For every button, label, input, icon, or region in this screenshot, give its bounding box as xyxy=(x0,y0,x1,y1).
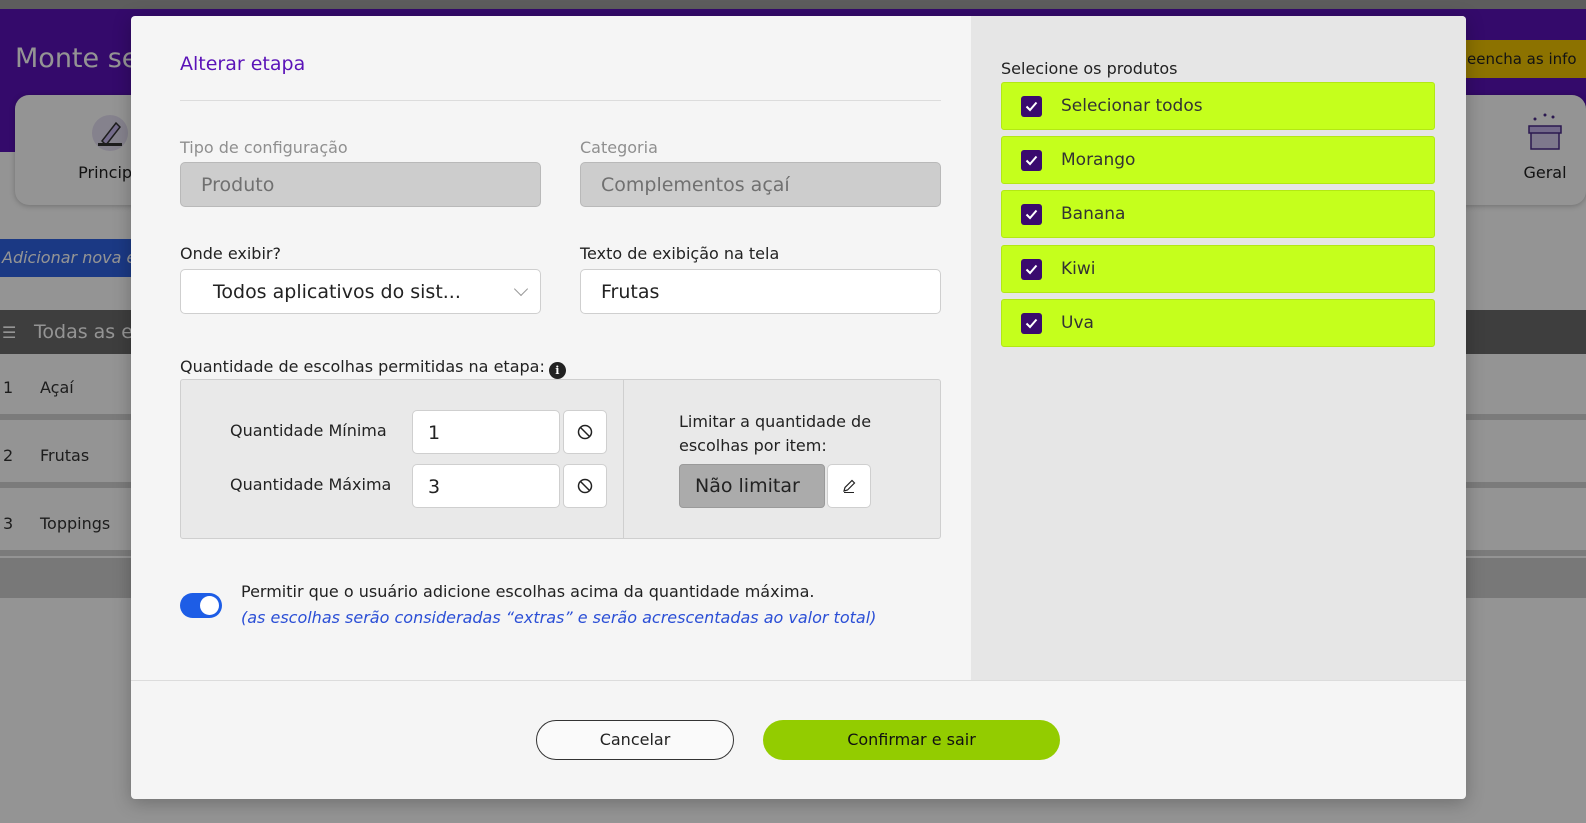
info-icon[interactable]: i xyxy=(548,362,566,379)
product-label: Morango xyxy=(1061,150,1136,170)
confirm-button[interactable]: Confirmar e sair xyxy=(763,720,1060,760)
limit-per-item-label-line2: escolhas por item: xyxy=(679,436,827,455)
title-divider xyxy=(180,100,941,101)
checkbox-checked-icon[interactable] xyxy=(1021,150,1042,171)
edit-step-modal: Alterar etapa Tipo de configuração Produ… xyxy=(131,16,1466,799)
clear-min-button[interactable] xyxy=(563,410,607,454)
max-quantity-label: Quantidade Máxima xyxy=(230,475,392,494)
limit-per-item-label-line1: Limitar a quantidade de xyxy=(679,412,872,431)
product-item[interactable]: Kiwi xyxy=(1001,245,1435,293)
product-label: Kiwi xyxy=(1061,259,1096,279)
display-text-input[interactable]: Frutas xyxy=(580,269,941,314)
allow-extra-note: (as escolhas serão consideradas “extras”… xyxy=(241,608,877,627)
category-field: Complementos açaí xyxy=(580,162,941,207)
product-item[interactable]: Morango xyxy=(1001,136,1435,184)
clear-max-button[interactable] xyxy=(563,464,607,508)
block-icon xyxy=(577,478,593,494)
limit-per-item-value: Não limitar xyxy=(679,464,825,508)
display-where-value: Todos aplicativos do sist... xyxy=(213,281,461,303)
toggle-knob xyxy=(200,596,219,615)
quantity-section-label: Quantidade de escolhas permitidas na eta… xyxy=(180,357,566,379)
chevron-down-icon xyxy=(513,281,529,297)
pencil-icon xyxy=(843,479,856,493)
quantity-section-text: Quantidade de escolhas permitidas na eta… xyxy=(180,357,545,376)
quantity-divider xyxy=(623,380,624,538)
block-icon xyxy=(577,424,593,440)
cancel-button[interactable]: Cancelar xyxy=(536,720,734,760)
product-item[interactable]: Uva xyxy=(1001,299,1435,347)
products-title: Selecione os produtos xyxy=(1001,59,1178,78)
checkbox-checked-icon[interactable] xyxy=(1021,313,1042,334)
product-item[interactable]: Banana xyxy=(1001,190,1435,238)
checkbox-checked-icon[interactable] xyxy=(1021,96,1042,117)
checkbox-checked-icon[interactable] xyxy=(1021,204,1042,225)
product-label: Selecionar todos xyxy=(1061,96,1203,116)
footer-divider xyxy=(131,680,1466,681)
display-where-label: Onde exibir? xyxy=(180,244,281,263)
display-text-label: Texto de exibição na tela xyxy=(580,244,780,263)
product-label: Uva xyxy=(1061,313,1094,333)
allow-extra-text: Permitir que o usuário adicione escolhas… xyxy=(241,582,815,601)
modal-title: Alterar etapa xyxy=(180,53,306,75)
category-label: Categoria xyxy=(580,138,658,157)
max-quantity-input[interactable]: 3 xyxy=(412,464,560,508)
min-quantity-input[interactable]: 1 xyxy=(412,410,560,454)
edit-limit-button[interactable] xyxy=(827,464,871,508)
checkbox-checked-icon[interactable] xyxy=(1021,259,1042,280)
product-label: Banana xyxy=(1061,204,1126,224)
product-select-all[interactable]: Selecionar todos xyxy=(1001,82,1435,130)
allow-extra-toggle[interactable] xyxy=(180,593,222,618)
quantity-box: Quantidade Mínima 1 Quantidade Máxima 3 … xyxy=(180,379,941,539)
min-quantity-label: Quantidade Mínima xyxy=(230,421,387,440)
display-where-select[interactable]: Todos aplicativos do sist... xyxy=(180,269,541,314)
config-type-label: Tipo de configuração xyxy=(180,138,348,157)
config-type-field: Produto xyxy=(180,162,541,207)
